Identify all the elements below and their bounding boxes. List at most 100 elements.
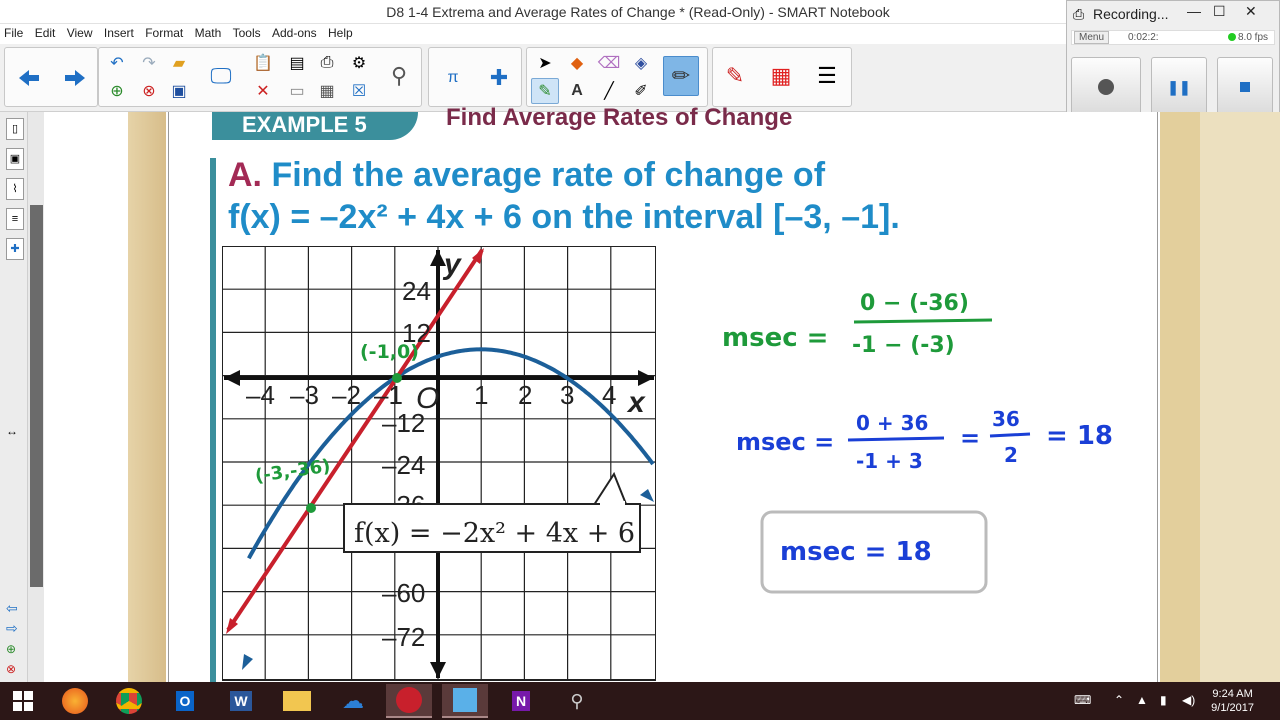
- close-button[interactable]: ✕: [1245, 3, 1257, 20]
- scrollbar-thumb[interactable]: [30, 205, 43, 587]
- pause-button[interactable]: ❚❚: [1151, 57, 1207, 117]
- math-tools-button[interactable]: π: [435, 58, 471, 98]
- line-style-button[interactable]: ☰: [809, 56, 845, 96]
- taskbar-chrome[interactable]: [106, 684, 152, 718]
- taskbar-word[interactable]: W: [218, 684, 264, 718]
- addons-group: π ✚: [428, 47, 522, 107]
- delete-page-button[interactable]: ⊗: [135, 78, 163, 104]
- color-palette-button[interactable]: ▦: [763, 56, 799, 96]
- taskbar-app-red[interactable]: [386, 684, 432, 718]
- properties-tab[interactable]: ≡: [6, 208, 24, 230]
- menu-bar: File Edit View Insert Format Math Tools …: [0, 24, 1066, 44]
- msec-lhs-1: msec =: [722, 323, 828, 353]
- keyboard-icon[interactable]: ⌨: [1074, 693, 1091, 707]
- menu-help[interactable]: Help: [324, 24, 357, 40]
- recorder-menu-button[interactable]: Menu: [1074, 31, 1110, 44]
- print-button[interactable]: ⎙: [313, 50, 341, 76]
- fill-tool[interactable]: ◈: [627, 50, 655, 76]
- back-icon[interactable]: ⇦: [6, 600, 18, 617]
- forward-icon[interactable]: ⇨: [6, 620, 18, 637]
- full-screen-button[interactable]: ▭: [283, 78, 311, 104]
- attachments-tab[interactable]: ⌇: [6, 178, 24, 200]
- smart-notebook-window: D8 1-4 Extrema and Average Rates of Chan…: [0, 0, 1280, 720]
- pens-tool[interactable]: ✎: [531, 78, 559, 104]
- minimize-button[interactable]: —: [1187, 3, 1201, 19]
- add-page-button[interactable]: ⊕: [103, 78, 131, 104]
- pen-active-tool[interactable]: ✏: [663, 56, 699, 96]
- taskbar-smart-notebook[interactable]: [442, 684, 488, 718]
- taskbar-onenote[interactable]: N: [498, 684, 544, 718]
- line-tool[interactable]: ╱: [595, 78, 623, 104]
- volume-icon[interactable]: ◀): [1182, 693, 1195, 707]
- close-doc-button[interactable]: ☒: [345, 78, 373, 104]
- menu-tools[interactable]: Tools: [229, 24, 265, 40]
- screen-shade-button[interactable]: 🖵: [203, 56, 239, 96]
- fraction-bar-2: [847, 436, 945, 442]
- next-page-button[interactable]: [57, 58, 93, 98]
- title-bar: D8 1-4 Extrema and Average Rates of Chan…: [0, 0, 1066, 24]
- recorder-icon: ⎙: [1073, 6, 1085, 22]
- text-tool[interactable]: A: [563, 78, 591, 104]
- battery-icon[interactable]: ▮: [1160, 693, 1167, 707]
- maximize-button[interactable]: ☐: [1213, 3, 1226, 20]
- taskbar-outlook[interactable]: O: [162, 684, 208, 718]
- recorder-fps: 8.0 fps: [1238, 32, 1269, 43]
- example-heading: Find Average Rates of Change: [446, 104, 793, 131]
- remove-icon[interactable]: ⊗: [6, 662, 16, 676]
- record-icon: [1098, 79, 1114, 95]
- addon-puzzle-button[interactable]: ✚: [481, 58, 517, 98]
- save-button[interactable]: ▣: [165, 78, 193, 104]
- resize-handle-icon[interactable]: ↔: [6, 424, 18, 438]
- menu-math[interactable]: Math: [191, 24, 226, 40]
- addons-tab[interactable]: ✚: [6, 238, 24, 260]
- table-button[interactable]: ▦: [313, 78, 341, 104]
- shape-tool[interactable]: ◆: [563, 50, 591, 76]
- pen-properties-button[interactable]: ✎: [717, 56, 753, 96]
- taskbar-onedrive[interactable]: ☁: [330, 684, 376, 718]
- stop-button[interactable]: [1217, 57, 1273, 117]
- pi-icon: π: [447, 69, 459, 86]
- table-icon: ▦: [319, 83, 335, 100]
- document-camera-button[interactable]: ⚲: [381, 56, 417, 96]
- start-button[interactable]: [0, 684, 46, 718]
- msec-denominator-2: -1 + 3: [856, 449, 923, 473]
- toolbar: ↶ ↷ ▰ ⊕ ⊗ ▣ 🖵 📋 ▤ ⎙ ⚙ ✕ ▭ ▦ ☒ ⚲ π ✚ ➤ ◆ …: [0, 44, 1066, 112]
- magic-pen-tool[interactable]: ✐: [627, 78, 655, 104]
- open-button[interactable]: ▰: [165, 50, 193, 76]
- select-tool[interactable]: ➤: [531, 50, 559, 76]
- menu-format[interactable]: Format: [141, 24, 187, 40]
- menu-addons[interactable]: Add-ons: [268, 24, 321, 40]
- spellcheck-button[interactable]: ⚙: [345, 50, 373, 76]
- menu-edit[interactable]: Edit: [31, 24, 60, 40]
- capture-button[interactable]: ▤: [283, 50, 311, 76]
- system-clock[interactable]: 9:24 AM 9/1/2017: [1211, 687, 1254, 715]
- xtick-0: –4: [246, 380, 275, 410]
- eraser-tool[interactable]: ⌫: [595, 50, 623, 76]
- question-text-1: Find the average rate of change of: [271, 156, 826, 194]
- menu-view[interactable]: View: [63, 24, 97, 40]
- taskbar-explorer[interactable]: [274, 684, 320, 718]
- word-icon: W: [230, 691, 252, 711]
- paste-button[interactable]: 📋: [249, 50, 277, 76]
- tray-expand-icon[interactable]: ⌃: [1114, 693, 1124, 707]
- taskbar-firefox[interactable]: [52, 684, 98, 718]
- menu-insert[interactable]: Insert: [100, 24, 138, 40]
- pens-icon: ✎: [538, 83, 552, 100]
- clock-date: 9/1/2017: [1211, 702, 1254, 714]
- record-button[interactable]: [1071, 57, 1141, 117]
- clear-button[interactable]: ✕: [249, 78, 277, 104]
- cloud-icon: ☁: [342, 688, 364, 713]
- left-arrow-icon: [19, 70, 39, 86]
- xtick-1: –3: [290, 380, 319, 410]
- line-style-icon: ☰: [817, 63, 837, 88]
- undo-button[interactable]: ↶: [103, 50, 131, 76]
- gallery-tab[interactable]: ▣: [6, 148, 24, 170]
- network-icon[interactable]: ▲: [1136, 693, 1148, 707]
- taskbar-document-camera[interactable]: ⚲: [554, 684, 600, 718]
- add-icon[interactable]: ⊕: [6, 642, 16, 656]
- page-sorter-tab[interactable]: ▯: [6, 118, 24, 140]
- menu-file[interactable]: File: [0, 24, 27, 40]
- previous-page-button[interactable]: [11, 58, 47, 98]
- notebook-icon: [453, 688, 477, 712]
- redo-button[interactable]: ↷: [135, 50, 163, 76]
